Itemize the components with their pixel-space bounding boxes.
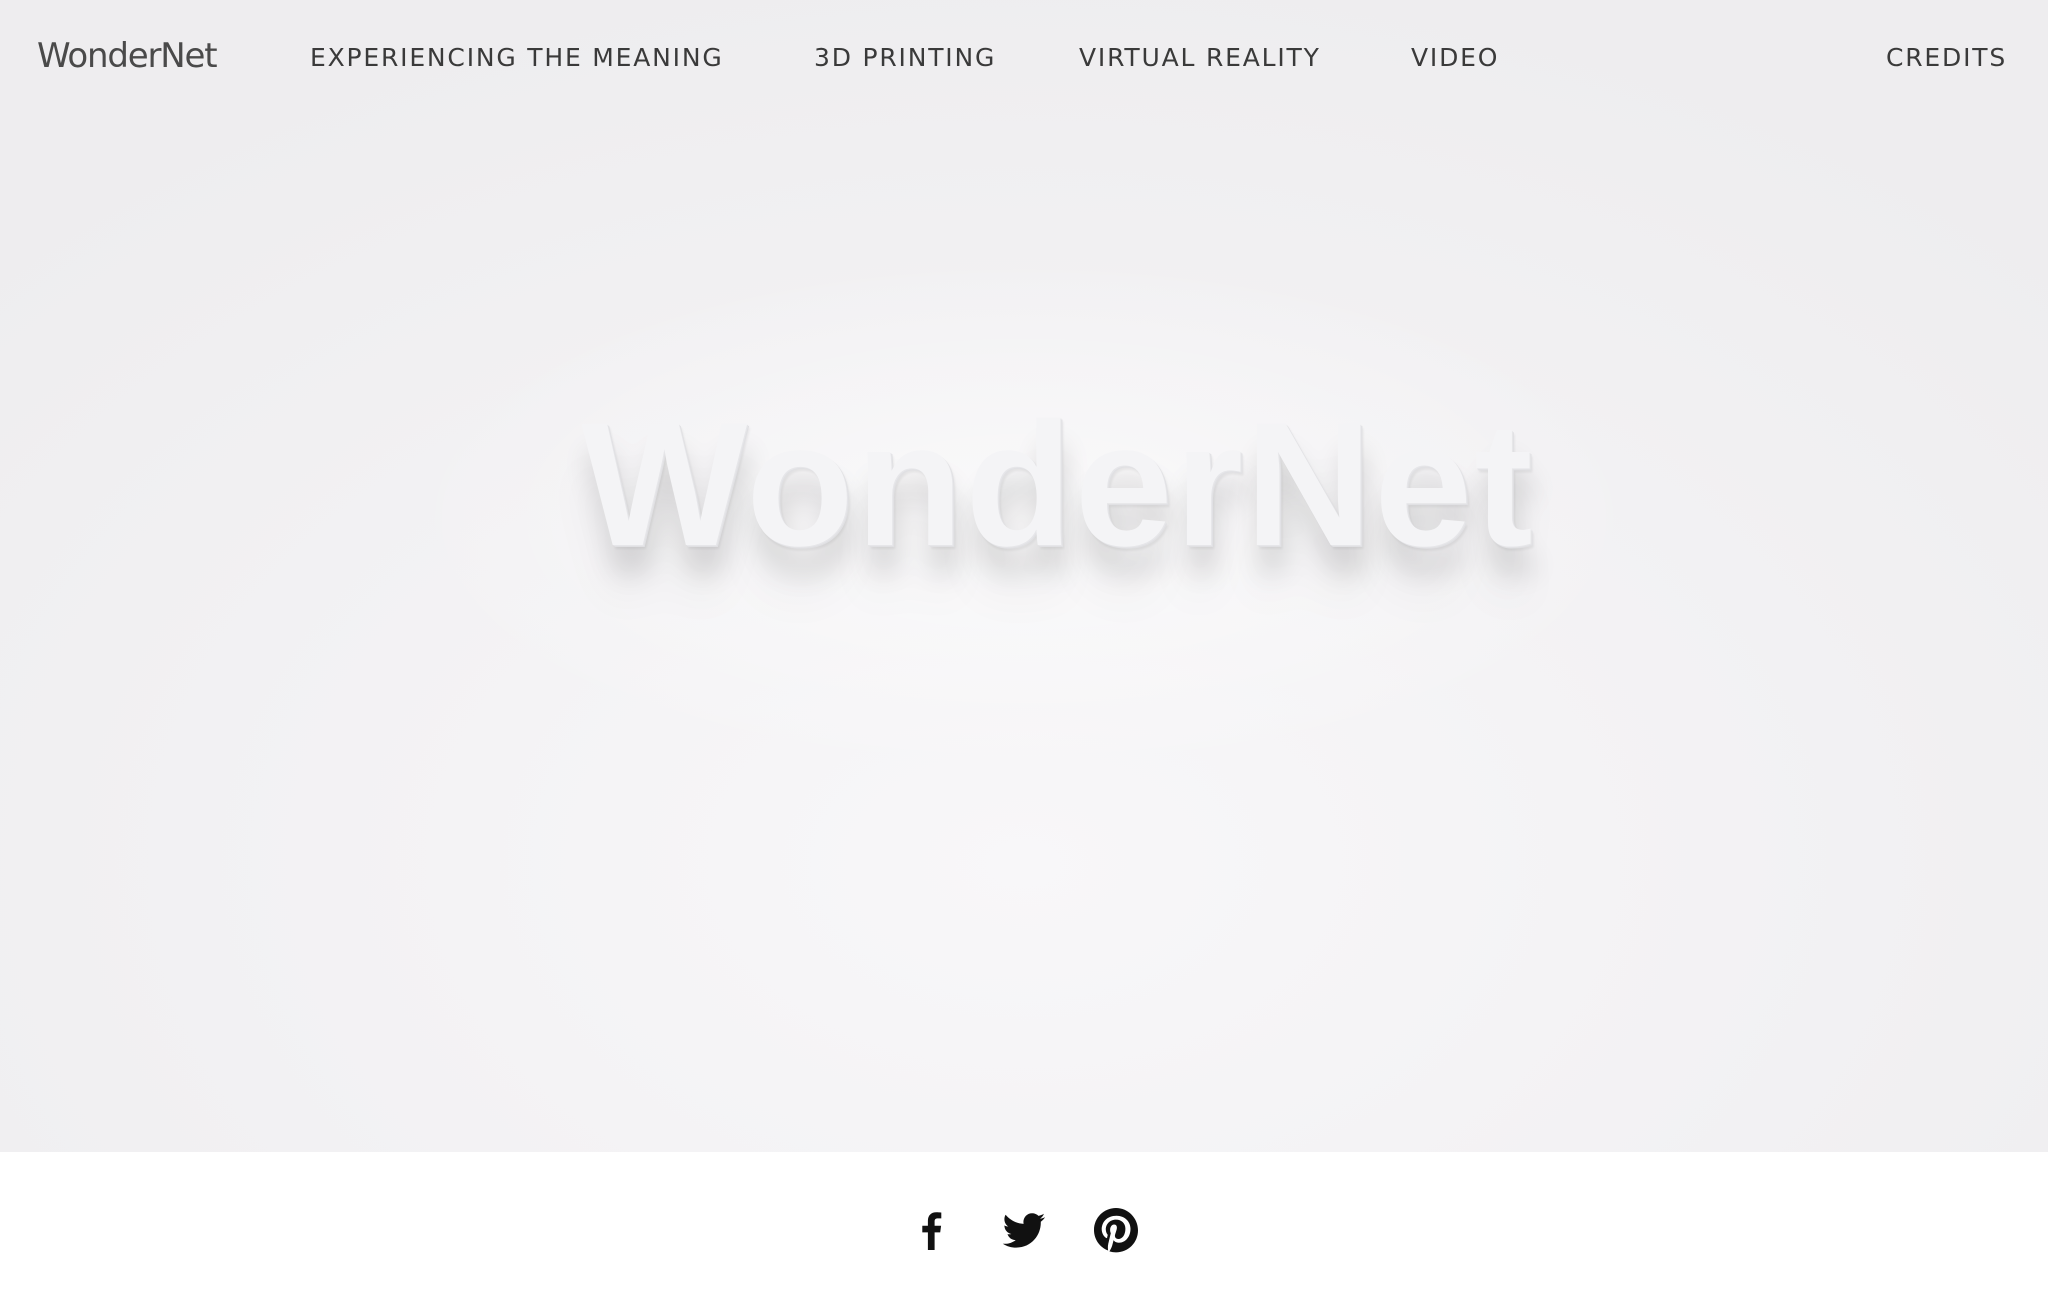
nav-link-credits[interactable]: CREDITS bbox=[1886, 43, 2007, 72]
top-navigation: WonderNet EXPERIENCING THE MEANING 3D PR… bbox=[0, 0, 2048, 118]
pinterest-icon bbox=[1094, 1208, 1138, 1253]
nav-link-experiencing-the-meaning[interactable]: EXPERIENCING THE MEANING bbox=[310, 43, 724, 72]
facebook-share-button[interactable] bbox=[908, 1206, 956, 1254]
facebook-icon bbox=[922, 1212, 942, 1250]
brand-logo-link[interactable]: WonderNet bbox=[37, 36, 218, 76]
twitter-icon bbox=[1002, 1213, 1046, 1248]
nav-link-video[interactable]: VIDEO bbox=[1411, 43, 1499, 72]
nav-link-3d-printing[interactable]: 3D PRINTING bbox=[814, 43, 996, 72]
pinterest-share-button[interactable] bbox=[1092, 1206, 1140, 1254]
hero-logo-text: WonderNet bbox=[0, 384, 2048, 586]
hero-logo-label: WonderNet bbox=[581, 387, 1535, 583]
hero-video-background: WonderNet bbox=[0, 0, 2048, 1152]
nav-link-virtual-reality[interactable]: VIRTUAL REALITY bbox=[1079, 43, 1321, 72]
twitter-share-button[interactable] bbox=[1000, 1206, 1048, 1254]
social-share-bar bbox=[0, 1206, 2048, 1254]
